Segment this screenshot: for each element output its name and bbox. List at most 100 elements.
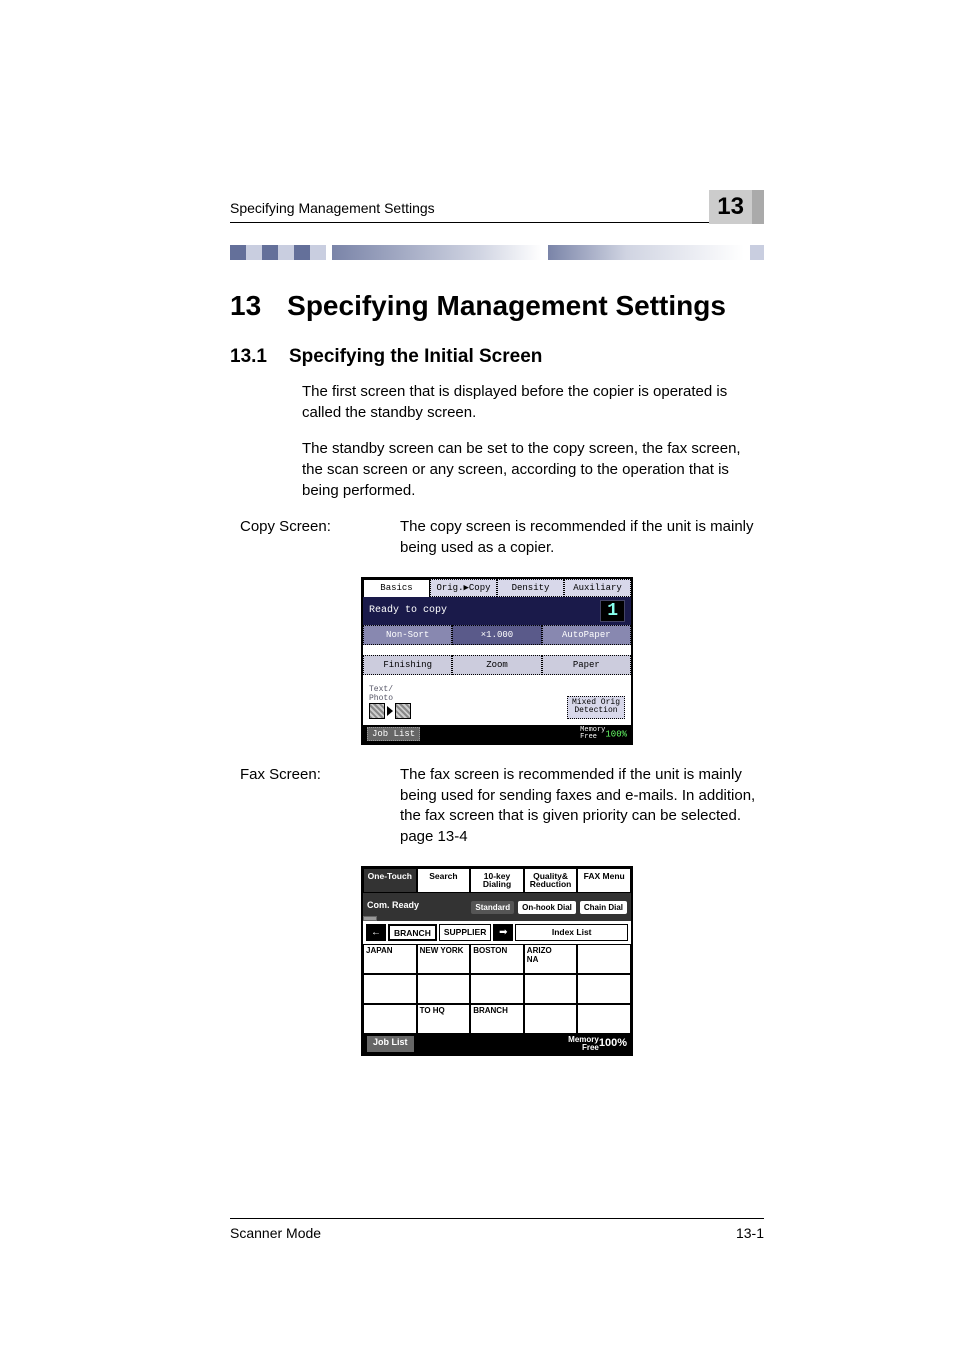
cell-newyork[interactable]: NEW YORK — [417, 944, 471, 974]
tab-search[interactable]: Search — [417, 868, 471, 894]
entry-fax-screen: Fax Screen: The fax screen is recommende… — [240, 765, 764, 848]
stripe-bar — [548, 245, 744, 260]
stripe-blocks — [230, 245, 326, 260]
cell-empty[interactable] — [524, 974, 578, 1004]
paragraph: The standby screen can be set to the cop… — [302, 439, 764, 501]
btn-index-list[interactable]: Index List — [515, 924, 628, 941]
fax-footer: Job List Memory Free100% — [363, 1034, 631, 1054]
copy-screen-row-1: Non-Sort ×1.000 AutoPaper — [363, 625, 631, 645]
tab-auxiliary[interactable]: Auxiliary — [564, 579, 631, 597]
chapter-badge-number: 13 — [709, 190, 752, 224]
cell-empty[interactable] — [470, 974, 524, 1004]
cell-arizona[interactable]: ARIZO NA — [524, 944, 578, 974]
btn-mixed-orig[interactable]: Mixed Orig Detection — [567, 696, 625, 719]
idx-branch[interactable]: BRANCH — [388, 924, 437, 941]
thumb-tab — [752, 190, 764, 224]
section-title-text: Specifying the Initial Screen — [289, 346, 542, 367]
memory-pct: 100% — [599, 1038, 627, 1050]
memory-indicator: Memory Free100% — [568, 1036, 627, 1052]
btn-paper[interactable]: Paper — [542, 655, 631, 675]
btn-zoom-value[interactable]: ×1.000 — [452, 625, 541, 645]
cell-empty[interactable] — [577, 974, 631, 1004]
arrow-right-icon[interactable]: ➡ — [493, 924, 513, 941]
idx-supplier[interactable]: SUPPLIER — [439, 924, 492, 941]
cell-empty[interactable] — [363, 1004, 417, 1034]
tab-fax-menu[interactable]: FAX Menu — [577, 868, 631, 894]
pill-onhook[interactable]: On-hook Dial — [518, 901, 576, 914]
copy-screen-row-2: Finishing Zoom Paper — [363, 655, 631, 675]
entry-copy-screen: Copy Screen: The copy screen is recommen… — [240, 517, 764, 558]
tab-orig-copy[interactable]: Orig.▶Copy — [430, 579, 497, 597]
pill-standard[interactable]: Standard — [471, 901, 514, 914]
header-rule — [230, 222, 764, 223]
running-header: Specifying Management Settings — [230, 200, 764, 216]
page-reference: page 13-4 — [400, 828, 468, 845]
btn-finishing[interactable]: Finishing — [363, 655, 452, 675]
chapter-title: 13 Specifying Management Settings — [230, 290, 764, 322]
decorative-stripe — [230, 245, 764, 260]
text-photo-group: Text/ Photo — [369, 685, 411, 719]
section-title: 13.1 Specifying the Initial Screen — [230, 346, 764, 368]
photo-icon[interactable] — [395, 703, 411, 719]
entry-label: Copy Screen: — [240, 517, 400, 558]
fax-screen-tabs: One-Touch Search 10-key Dialing Quality&… — [363, 868, 631, 894]
entry-desc: The copy screen is recommended if the un… — [400, 517, 764, 558]
status-com-ready: Com. Ready — [367, 900, 419, 910]
fax-onetouch-grid: JAPAN NEW YORK BOSTON ARIZO NA TO HQ BRA… — [363, 944, 631, 1034]
cell-empty[interactable] — [417, 974, 471, 1004]
stripe-bar — [332, 245, 542, 260]
copy-screen-panel: Basics Orig.▶Copy Density Auxiliary Read… — [361, 577, 633, 745]
page-content: 13 Specifying Management Settings 13Spec… — [0, 0, 954, 1056]
entry-label: Fax Screen: — [240, 765, 400, 848]
stripe-end — [750, 245, 764, 260]
btn-job-list[interactable]: Job List — [367, 727, 420, 741]
tab-basics[interactable]: Basics — [363, 579, 430, 597]
cell-branch[interactable]: BRANCH — [470, 1004, 524, 1034]
entry-desc: The fax screen is recommended if the uni… — [400, 765, 764, 848]
paragraph: The first screen that is displayed befor… — [302, 382, 764, 423]
cell-empty[interactable] — [524, 1004, 578, 1034]
fax-status-bar: Com. Ready Standard On-hook Dial Chain D… — [363, 893, 631, 921]
copy-screen-lower: Text/ Photo Mixed Orig Detection — [363, 675, 631, 725]
cell-empty[interactable] — [577, 1004, 631, 1034]
chapter-badge: 13 — [709, 190, 764, 224]
text-photo-icons — [369, 703, 411, 719]
fax-screen-panel: One-Touch Search 10-key Dialing Quality&… — [361, 866, 633, 1057]
cell-japan[interactable]: JAPAN — [363, 944, 417, 974]
btn-job-list[interactable]: Job List — [367, 1036, 414, 1052]
memory-indicator: Memory Free100% — [580, 727, 627, 741]
pill-chain[interactable]: Chain Dial — [580, 901, 627, 914]
section-number: 13.1 — [230, 346, 267, 367]
chapter-number: 13 — [230, 290, 261, 321]
memory-pct: 100% — [605, 729, 627, 739]
text-icon[interactable] — [369, 703, 385, 719]
copy-count: 1 — [600, 600, 625, 622]
cell-boston[interactable]: BOSTON — [470, 944, 524, 974]
tab-one-touch[interactable]: One-Touch — [363, 868, 417, 894]
chapter-title-text: Specifying Management Settings — [287, 290, 726, 321]
btn-non-sort[interactable]: Non-Sort — [363, 625, 452, 645]
footer-left: Scanner Mode — [230, 1225, 321, 1241]
status-bar-icon — [363, 916, 377, 921]
btn-auto-paper[interactable]: AutoPaper — [542, 625, 631, 645]
entry-desc-text: The fax screen is recommended if the uni… — [400, 766, 755, 824]
tab-10key[interactable]: 10-key Dialing — [470, 868, 524, 894]
footer-page-number: 13-1 — [736, 1225, 764, 1241]
fax-screen-figure: One-Touch Search 10-key Dialing Quality&… — [230, 866, 764, 1057]
btn-zoom[interactable]: Zoom — [452, 655, 541, 675]
arrow-right-icon — [387, 706, 393, 716]
cell-empty[interactable] — [577, 944, 631, 974]
fax-index-row: ← BRANCH SUPPLIER ➡ Index List — [363, 921, 631, 944]
copy-screen-figure: Basics Orig.▶Copy Density Auxiliary Read… — [230, 577, 764, 745]
copy-screen-footer: Job List Memory Free100% — [363, 725, 631, 743]
status-text: Ready to copy — [369, 605, 447, 616]
text-photo-label: Text/ Photo — [369, 685, 411, 703]
copy-screen-status: Ready to copy 1 — [363, 597, 631, 625]
footer-rule — [230, 1218, 764, 1219]
copy-screen-tabs: Basics Orig.▶Copy Density Auxiliary — [363, 579, 631, 597]
tab-density[interactable]: Density — [497, 579, 564, 597]
cell-empty[interactable] — [363, 974, 417, 1004]
arrow-left-icon[interactable]: ← — [366, 924, 386, 941]
cell-tohq[interactable]: TO HQ — [417, 1004, 471, 1034]
tab-quality[interactable]: Quality& Reduction — [524, 868, 578, 894]
